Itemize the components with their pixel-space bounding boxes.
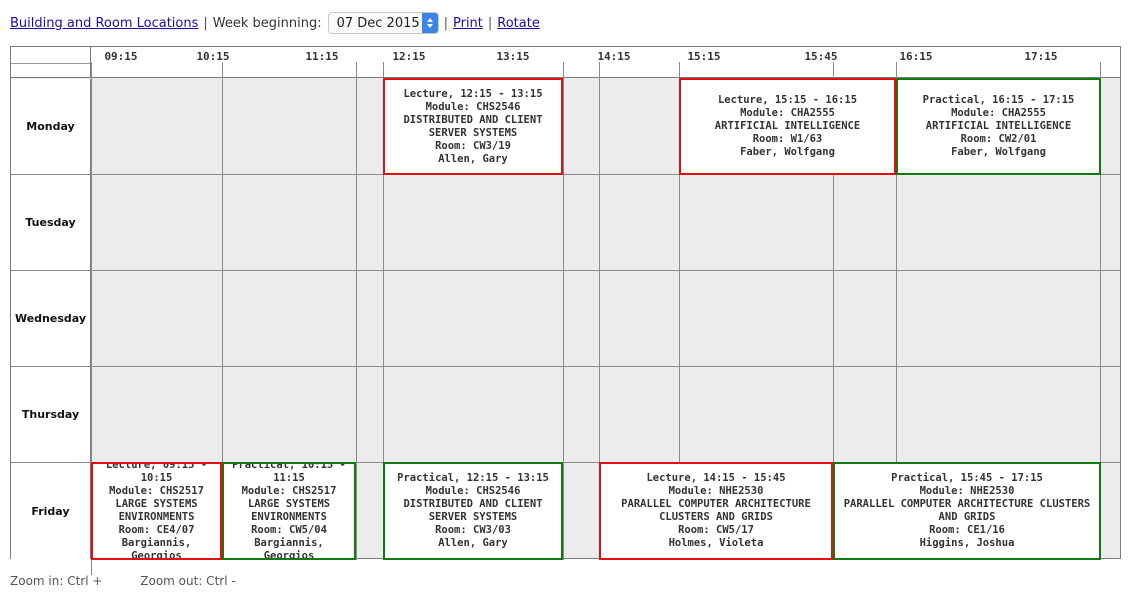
event-time: Practical, 10:15 - 11:15 [232, 462, 346, 484]
event-room: Room: CW5/04 [251, 524, 327, 536]
time-header: 17:15 [1024, 50, 1058, 63]
event-room: Room: CW2/01 [960, 133, 1037, 145]
time-header: 14:15 [597, 50, 631, 63]
event-time: Lecture, 14:15 - 15:45 [646, 472, 786, 484]
week-beginning-label: Week beginning: [212, 15, 322, 31]
grid-line [563, 62, 564, 560]
event-card-lecture[interactable]: Lecture, 09:15 - 10:15 Module: CHS2517 L… [91, 462, 222, 560]
event-title: PARALLEL COMPUTER ARCHITECTURE CLUSTERS … [621, 498, 811, 523]
day-label-thursday: Thursday [11, 367, 91, 462]
week-select[interactable]: 07 Dec 2015 [327, 12, 439, 34]
event-time: Practical, 12:15 - 13:15 [397, 472, 549, 484]
event-card-practical[interactable]: Practical, 16:15 - 17:15 Module: CHA2555… [896, 78, 1101, 175]
time-header: 10:15 [196, 50, 230, 63]
event-staff: Faber, Wolfgang [740, 146, 835, 158]
event-title: LARGE SYSTEMS ENVIRONMENTS [247, 498, 331, 523]
event-title: DISTRIBUTED AND CLIENT SERVER SYSTEMS [403, 498, 543, 523]
event-staff: Bargiannis, Georgios [121, 537, 192, 560]
event-module: Module: CHS2517 [109, 485, 204, 497]
day-label-monday: Monday [11, 79, 91, 174]
event-staff: Allen, Gary [438, 537, 508, 549]
zoom-out-hint: Zoom out: Ctrl - [140, 574, 236, 588]
rotate-link[interactable]: Rotate [497, 16, 540, 31]
event-card-lecture[interactable]: Lecture, 14:15 - 15:45 Module: NHE2530 P… [599, 462, 833, 560]
row-divider [11, 366, 1120, 367]
event-time: Lecture, 09:15 - 10:15 [105, 462, 208, 484]
time-header: 11:15 [305, 50, 339, 63]
building-room-locations-link[interactable]: Building and Room Locations [10, 16, 198, 31]
event-title: DISTRIBUTED AND CLIENT SERVER SYSTEMS [403, 113, 543, 139]
event-title: ARTIFICIAL INTELLIGENCE [925, 120, 1072, 132]
separator: | [203, 15, 208, 31]
time-header-row: 09:15 10:15 11:15 12:15 13:15 14:15 15:1… [11, 47, 1120, 78]
event-module: Module: NHE2530 [919, 485, 1015, 497]
event-staff: Allen, Gary [438, 152, 508, 165]
time-header: 09:15 [104, 50, 138, 63]
day-label-friday: Friday [11, 463, 91, 559]
event-module: Module: NHE2530 [668, 485, 764, 497]
toolbar: Building and Room Locations | Week begin… [10, 12, 540, 34]
event-card-practical[interactable]: Practical, 15:45 - 17:15 Module: NHE2530… [833, 462, 1101, 560]
day-label-tuesday: Tuesday [11, 175, 91, 270]
print-link[interactable]: Print [453, 16, 483, 31]
zoom-hints: Zoom in: Ctrl + Zoom out: Ctrl - [10, 574, 236, 588]
corner-cell [11, 47, 91, 78]
event-title: ARTIFICIAL INTELLIGENCE [714, 120, 861, 132]
event-room: Room: CW5/17 [678, 524, 754, 536]
time-header: 12:15 [392, 50, 426, 63]
event-title: LARGE SYSTEMS ENVIRONMENTS [115, 498, 198, 523]
row-divider [11, 270, 1120, 271]
separator: | [443, 15, 448, 31]
time-header: 15:15 [687, 50, 721, 63]
event-card-practical[interactable]: Practical, 10:15 - 11:15 Module: CHS2517… [222, 462, 356, 560]
time-header: 13:15 [496, 50, 530, 63]
zoom-in-hint: Zoom in: Ctrl + [10, 574, 103, 588]
day-label-wednesday: Wednesday [11, 271, 91, 366]
event-room: Room: CW3/19 [435, 139, 511, 152]
time-header: 16:15 [899, 50, 933, 63]
event-staff: Bargiannis, Georgios [254, 537, 324, 560]
event-module: Module: CHS2546 [425, 100, 521, 113]
event-time: Practical, 15:45 - 17:15 [891, 472, 1043, 484]
event-staff: Faber, Wolfgang [951, 146, 1046, 158]
event-staff: Higgins, Joshua [919, 537, 1015, 549]
event-module: Module: CHS2517 [241, 485, 337, 497]
grid-line [356, 62, 357, 560]
event-staff: Holmes, Violeta [668, 537, 764, 549]
select-stepper-icon[interactable] [421, 13, 438, 33]
event-card-lecture[interactable]: Lecture, 15:15 - 16:15 Module: CHA2555 A… [679, 78, 896, 175]
event-room: Room: W1/63 [752, 133, 823, 145]
separator: | [487, 15, 493, 31]
event-card-practical[interactable]: Practical, 12:15 - 13:15 Module: CHS2546… [383, 462, 563, 560]
event-room: Room: CE1/16 [929, 524, 1005, 536]
event-time: Lecture, 12:15 - 13:15 [403, 87, 543, 100]
event-title: PARALLEL COMPUTER ARCHITECTURE CLUSTERS … [843, 498, 1091, 523]
event-module: Module: CHA2555 [740, 107, 835, 119]
event-room: Room: CW3/03 [435, 524, 511, 536]
event-module: Module: CHA2555 [951, 107, 1046, 119]
event-module: Module: CHS2546 [425, 485, 521, 497]
event-room: Room: CE4/07 [118, 524, 195, 536]
event-card-lecture[interactable]: Lecture, 12:15 - 13:15 Module: CHS2546 D… [383, 78, 563, 175]
timetable-grid: 09:15 10:15 11:15 12:15 13:15 14:15 15:1… [10, 46, 1121, 575]
event-time: Lecture, 15:15 - 16:15 [717, 94, 858, 106]
event-time: Practical, 16:15 - 17:15 [922, 94, 1075, 106]
week-select-value: 07 Dec 2015 [336, 15, 420, 31]
